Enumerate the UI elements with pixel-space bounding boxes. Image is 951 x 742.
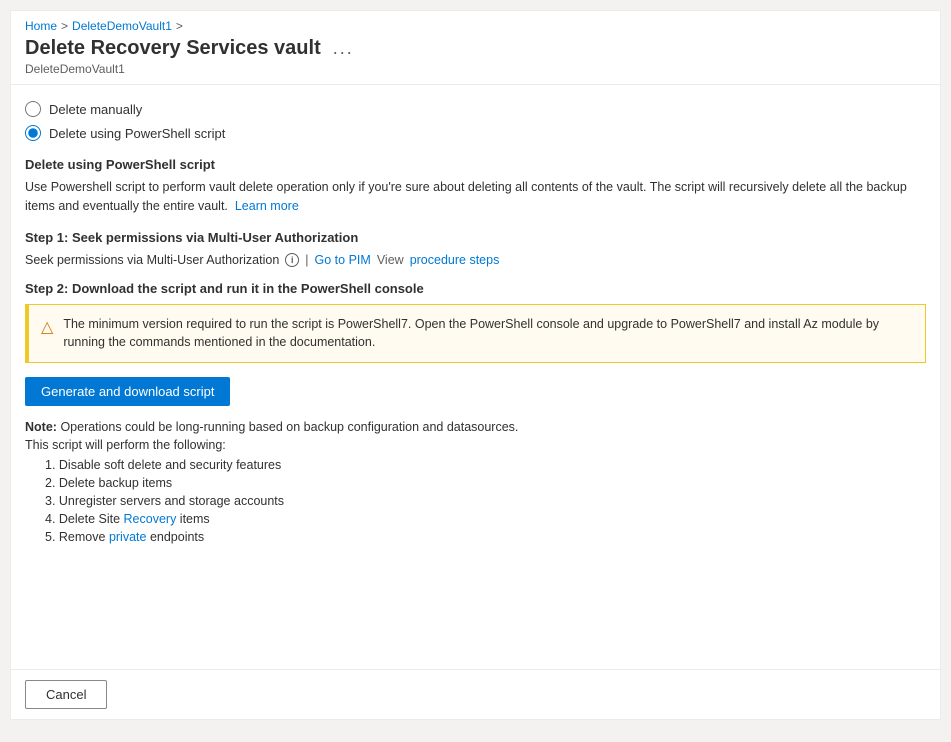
learn-more-link[interactable]: Learn more <box>235 199 299 213</box>
page-subtitle: DeleteDemoVault1 <box>25 62 926 76</box>
page-header: Delete Recovery Services vault ... Delet… <box>11 37 940 84</box>
step2-title: Step 2: Download the script and run it i… <box>25 281 926 296</box>
seek-perm-row: Seek permissions via Multi-User Authoriz… <box>25 253 926 267</box>
list-item: Unregister servers and storage accounts <box>45 494 926 508</box>
note-label: Note: <box>25 420 57 434</box>
breadcrumb-sep1: > <box>61 19 68 33</box>
section-title: Delete using PowerShell script <box>25 157 926 172</box>
main-content: Delete manually Delete using PowerShell … <box>11 95 940 669</box>
seek-perm-label: Seek permissions via Multi-User Authoriz… <box>25 253 279 267</box>
breadcrumb-vault[interactable]: DeleteDemoVault1 <box>72 19 172 33</box>
step2-block: Step 2: Download the script and run it i… <box>25 281 926 545</box>
breadcrumb-sep2: > <box>176 19 183 33</box>
warning-icon: △ <box>41 316 53 340</box>
step1-block: Step 1: Seek permissions via Multi-User … <box>25 230 926 267</box>
list-item: Remove private endpoints <box>45 530 926 544</box>
list-item: Delete backup items <box>45 476 926 490</box>
list-item: Disable soft delete and security feature… <box>45 458 926 472</box>
warning-box: △ The minimum version required to run th… <box>25 304 926 364</box>
view-label: View <box>377 253 404 267</box>
radio-manual-input[interactable] <box>25 101 41 117</box>
step1-title: Step 1: Seek permissions via Multi-User … <box>25 230 926 245</box>
cancel-button[interactable]: Cancel <box>25 680 107 709</box>
radio-powershell[interactable]: Delete using PowerShell script <box>25 125 926 141</box>
list-item: Delete Site Recovery items <box>45 512 926 526</box>
breadcrumb-home[interactable]: Home <box>25 19 57 33</box>
procedure-steps-link[interactable]: procedure steps <box>410 253 500 267</box>
note-sub: This script will perform the following: <box>25 438 926 452</box>
footer: Cancel <box>11 669 940 719</box>
recovery-link[interactable]: Recovery <box>124 512 177 526</box>
radio-powershell-label: Delete using PowerShell script <box>49 126 225 141</box>
header-divider <box>11 84 940 85</box>
private-link[interactable]: private <box>109 530 147 544</box>
section-desc-text: Use Powershell script to perform vault d… <box>25 180 907 213</box>
radio-manual[interactable]: Delete manually <box>25 101 926 117</box>
section-desc: Use Powershell script to perform vault d… <box>25 178 926 216</box>
note-body-text: Operations could be long-running based o… <box>60 420 518 434</box>
script-list: Disable soft delete and security feature… <box>25 458 926 544</box>
delete-option-group: Delete manually Delete using PowerShell … <box>25 101 926 141</box>
radio-powershell-input[interactable] <box>25 125 41 141</box>
pipe: | <box>305 253 308 267</box>
go-to-pim-link[interactable]: Go to PIM <box>315 253 371 267</box>
page-title: Delete Recovery Services vault <box>25 37 321 60</box>
seek-perm-info-icon[interactable]: i <box>285 253 299 267</box>
warning-text: The minimum version required to run the … <box>63 315 913 353</box>
note-text: Note: Operations could be long-running b… <box>25 420 926 434</box>
breadcrumb: Home > DeleteDemoVault1 > <box>11 11 940 37</box>
ellipsis-menu-button[interactable]: ... <box>329 38 358 59</box>
radio-manual-label: Delete manually <box>49 102 142 117</box>
generate-download-button[interactable]: Generate and download script <box>25 377 230 406</box>
